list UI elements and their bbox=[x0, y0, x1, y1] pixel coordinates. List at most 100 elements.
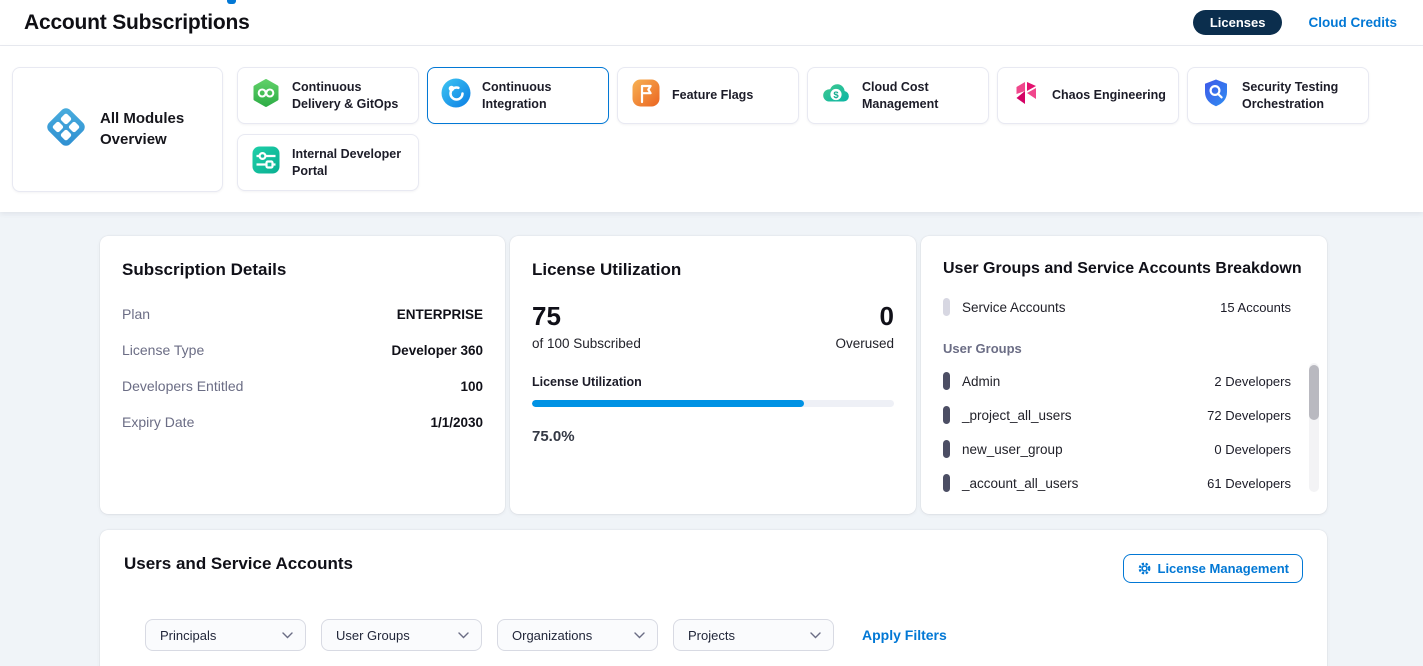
chevron-down-icon bbox=[282, 632, 293, 639]
chevron-down-icon bbox=[458, 632, 469, 639]
chevron-down-icon bbox=[810, 632, 821, 639]
user-group-row-account-all-users: _account_all_users 61 Developers bbox=[943, 466, 1305, 500]
detail-label: Expiry Date bbox=[122, 414, 194, 430]
overused-label: Overused bbox=[835, 336, 894, 351]
idp-module-icon bbox=[250, 144, 282, 181]
projects-filter-dropdown[interactable]: Projects bbox=[673, 619, 834, 651]
users-and-service-accounts-card: Users and Service Accounts License Manag… bbox=[100, 530, 1327, 666]
users-section-title: Users and Service Accounts bbox=[124, 554, 353, 574]
cd-gitops-module-icon bbox=[250, 77, 282, 114]
tab-licenses[interactable]: Licenses bbox=[1193, 10, 1283, 35]
gear-icon bbox=[1137, 561, 1152, 576]
breakdown-card: User Groups and Service Accounts Breakdo… bbox=[921, 236, 1327, 514]
service-accounts-pill-icon bbox=[943, 298, 950, 316]
service-accounts-count: 15 Accounts bbox=[1220, 300, 1305, 315]
user-group-name: _account_all_users bbox=[962, 476, 1078, 491]
all-modules-overview-card[interactable]: All Modules Overview bbox=[12, 67, 223, 192]
used-stat: 75 of 100 Subscribed bbox=[532, 302, 641, 351]
user-group-count: 61 Developers bbox=[1207, 476, 1305, 491]
user-groups-list: Admin 2 Developers _project_all_users 72… bbox=[943, 364, 1305, 500]
subscription-details-title: Subscription Details bbox=[122, 260, 483, 280]
page-title: Account Subscriptions bbox=[24, 11, 250, 35]
license-management-label: License Management bbox=[1158, 561, 1290, 576]
detail-value: ENTERPRISE bbox=[397, 307, 483, 322]
account-subscriptions-page: Account Subscriptions Licenses Cloud Cre… bbox=[0, 0, 1423, 666]
service-accounts-label: Service Accounts bbox=[962, 300, 1066, 315]
detail-value: 1/1/2030 bbox=[430, 415, 483, 430]
chevron-down-icon bbox=[634, 632, 645, 639]
apply-filters-link[interactable]: Apply Filters bbox=[862, 627, 947, 643]
license-management-button[interactable]: License Management bbox=[1123, 554, 1304, 583]
user-groups-filter-dropdown[interactable]: User Groups bbox=[321, 619, 482, 651]
svg-text:$: $ bbox=[833, 90, 839, 101]
overused-stat: 0 Overused bbox=[835, 302, 894, 351]
user-group-row-project-all-users: _project_all_users 72 Developers bbox=[943, 398, 1305, 432]
dropdown-label: Projects bbox=[688, 628, 735, 643]
module-label: Cloud Cost Management bbox=[862, 79, 980, 113]
ci-module-icon bbox=[440, 77, 472, 114]
module-card-continuous-integration[interactable]: Continuous Integration bbox=[427, 67, 609, 124]
detail-row-plan: Plan ENTERPRISE bbox=[122, 296, 483, 332]
module-card-cd-gitops[interactable]: Continuous Delivery & GitOps bbox=[237, 67, 419, 124]
user-group-pill-icon bbox=[943, 406, 950, 424]
detail-row-license-type: License Type Developer 360 bbox=[122, 332, 483, 368]
module-label: Internal Developer Portal bbox=[292, 146, 410, 180]
detail-label: Developers Entitled bbox=[122, 378, 243, 394]
service-accounts-row: Service Accounts 15 Accounts bbox=[943, 290, 1305, 324]
modules-grid: Continuous Delivery & GitOps Continuous … bbox=[237, 67, 1369, 191]
detail-row-expiry-date: Expiry Date 1/1/2030 bbox=[122, 404, 483, 440]
cloud-cost-module-icon: $ bbox=[820, 77, 852, 114]
user-group-name: Admin bbox=[962, 374, 1000, 389]
module-card-security-testing[interactable]: Security Testing Orchestration bbox=[1187, 67, 1369, 124]
all-modules-overview-label: All Modules Overview bbox=[100, 109, 192, 150]
user-group-count: 2 Developers bbox=[1214, 374, 1305, 389]
truncated-icon-fragment bbox=[227, 0, 236, 4]
license-utilization-card: License Utilization 75 of 100 Subscribed… bbox=[510, 236, 916, 514]
module-card-feature-flags[interactable]: Feature Flags bbox=[617, 67, 799, 124]
dropdown-label: User Groups bbox=[336, 628, 410, 643]
utilization-progress-fill bbox=[532, 400, 804, 407]
summary-cards-row: Subscription Details Plan ENTERPRISE Lic… bbox=[100, 236, 1423, 514]
breakdown-title: User Groups and Service Accounts Breakdo… bbox=[943, 260, 1305, 278]
chaos-module-icon bbox=[1010, 77, 1042, 114]
main-content: Subscription Details Plan ENTERPRISE Lic… bbox=[0, 212, 1423, 666]
module-card-internal-developer-portal[interactable]: Internal Developer Portal bbox=[237, 134, 419, 191]
module-card-chaos-engineering[interactable]: Chaos Engineering bbox=[997, 67, 1179, 124]
user-group-count: 0 Developers bbox=[1214, 442, 1305, 457]
module-label: Security Testing Orchestration bbox=[1242, 79, 1360, 113]
detail-value: Developer 360 bbox=[391, 343, 483, 358]
scrollbar-thumb[interactable] bbox=[1309, 365, 1319, 420]
header-tabs: Licenses Cloud Credits bbox=[1193, 10, 1397, 35]
user-groups-scrollbar bbox=[1309, 363, 1319, 492]
utilization-percent-label: 75.0% bbox=[532, 428, 894, 445]
subscription-details-rows: Plan ENTERPRISE License Type Developer 3… bbox=[122, 296, 483, 440]
users-section-header: Users and Service Accounts License Manag… bbox=[124, 554, 1303, 583]
all-modules-icon bbox=[43, 104, 89, 155]
used-count: 75 bbox=[532, 302, 641, 331]
user-group-pill-icon bbox=[943, 372, 950, 390]
utilization-progress-track bbox=[532, 400, 894, 407]
dropdown-label: Organizations bbox=[512, 628, 592, 643]
security-module-icon bbox=[1200, 77, 1232, 114]
module-card-cloud-cost[interactable]: $ Cloud Cost Management bbox=[807, 67, 989, 124]
overused-count: 0 bbox=[835, 302, 894, 331]
module-label: Continuous Delivery & GitOps bbox=[292, 79, 410, 113]
filters-row: Principals User Groups Organizations bbox=[145, 619, 1303, 651]
principals-filter-dropdown[interactable]: Principals bbox=[145, 619, 306, 651]
tab-cloud-credits[interactable]: Cloud Credits bbox=[1308, 15, 1397, 30]
detail-value: 100 bbox=[460, 379, 483, 394]
organizations-filter-dropdown[interactable]: Organizations bbox=[497, 619, 658, 651]
user-group-pill-icon bbox=[943, 440, 950, 458]
license-utilization-stats: 75 of 100 Subscribed 0 Overused bbox=[532, 302, 894, 351]
used-subtext: of 100 Subscribed bbox=[532, 336, 641, 351]
feature-flags-module-icon bbox=[630, 77, 662, 114]
user-group-count: 72 Developers bbox=[1207, 408, 1305, 423]
user-group-row-admin: Admin 2 Developers bbox=[943, 364, 1305, 398]
user-group-name: _project_all_users bbox=[962, 408, 1072, 423]
license-utilization-title: License Utilization bbox=[532, 260, 894, 280]
user-group-name: new_user_group bbox=[962, 442, 1063, 457]
module-label: Feature Flags bbox=[672, 87, 753, 104]
detail-label: Plan bbox=[122, 306, 150, 322]
user-group-row-new-user-group: new_user_group 0 Developers bbox=[943, 432, 1305, 466]
subscription-details-card: Subscription Details Plan ENTERPRISE Lic… bbox=[100, 236, 505, 514]
